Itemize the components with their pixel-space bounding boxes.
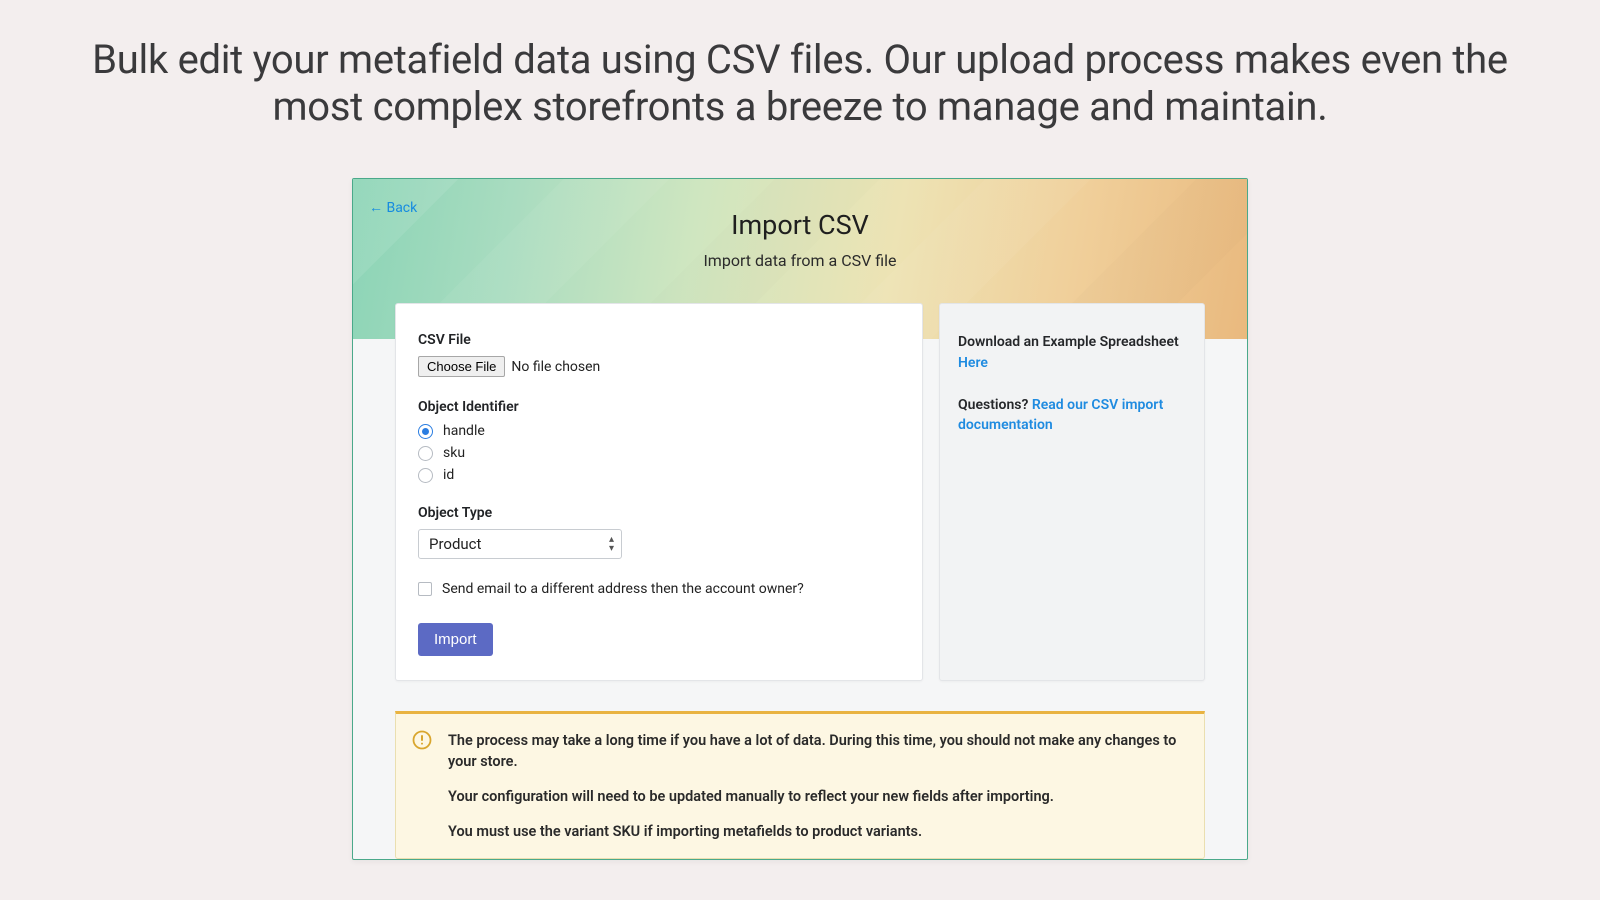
radio-label: handle	[443, 423, 485, 439]
warning-line-2: Your configuration will need to be updat…	[448, 786, 1186, 807]
object-identifier-label: Object Identifier	[418, 399, 900, 415]
csv-file-label: CSV File	[418, 332, 900, 348]
object-type-label: Object Type	[418, 505, 900, 521]
object-type-select-wrap: Product ▴▾	[418, 529, 622, 559]
example-here-link[interactable]: Here	[958, 355, 988, 371]
warning-line-3: You must use the variant SKU if importin…	[448, 821, 1186, 842]
questions-text: Questions? Read our CSV import documenta…	[958, 395, 1186, 436]
radio-label: sku	[443, 445, 465, 461]
radio-icon	[418, 424, 433, 439]
page-headline: Bulk edit your metafield data using CSV …	[0, 0, 1600, 130]
warning-line-1: The process may take a long time if you …	[448, 730, 1186, 772]
email-checkbox-row[interactable]: Send email to a different address then t…	[418, 581, 900, 597]
page-subtitle: Import data from a CSV file	[353, 251, 1247, 270]
object-identifier-group: handle sku id	[418, 423, 900, 483]
radio-label: id	[443, 467, 454, 483]
email-checkbox-label: Send email to a different address then t…	[442, 581, 804, 597]
radio-id[interactable]: id	[418, 467, 900, 483]
example-spreadsheet-text: Download an Example Spreadsheet Here	[958, 332, 1186, 373]
checkbox-icon	[418, 582, 432, 596]
radio-icon	[418, 468, 433, 483]
radio-sku[interactable]: sku	[418, 445, 900, 461]
radio-handle[interactable]: handle	[418, 423, 900, 439]
radio-icon	[418, 446, 433, 461]
import-form-card: CSV File Choose File No file chosen Obje…	[395, 303, 923, 681]
warning-icon	[412, 730, 432, 750]
sidebar-card: Download an Example Spreadsheet Here Que…	[939, 303, 1205, 681]
example-label: Download an Example Spreadsheet	[958, 334, 1179, 350]
page-title: Import CSV	[353, 209, 1247, 241]
file-input-row: Choose File No file chosen	[418, 356, 900, 377]
questions-label: Questions?	[958, 397, 1032, 413]
choose-file-button[interactable]: Choose File	[418, 356, 505, 377]
warning-banner: The process may take a long time if you …	[395, 711, 1205, 859]
object-type-select[interactable]: Product	[418, 529, 622, 559]
file-status-text: No file chosen	[511, 359, 600, 375]
import-button[interactable]: Import	[418, 623, 493, 656]
app-window: ← Back Import CSV Import data from a CSV…	[352, 178, 1248, 860]
content-row: CSV File Choose File No file chosen Obje…	[353, 303, 1247, 681]
